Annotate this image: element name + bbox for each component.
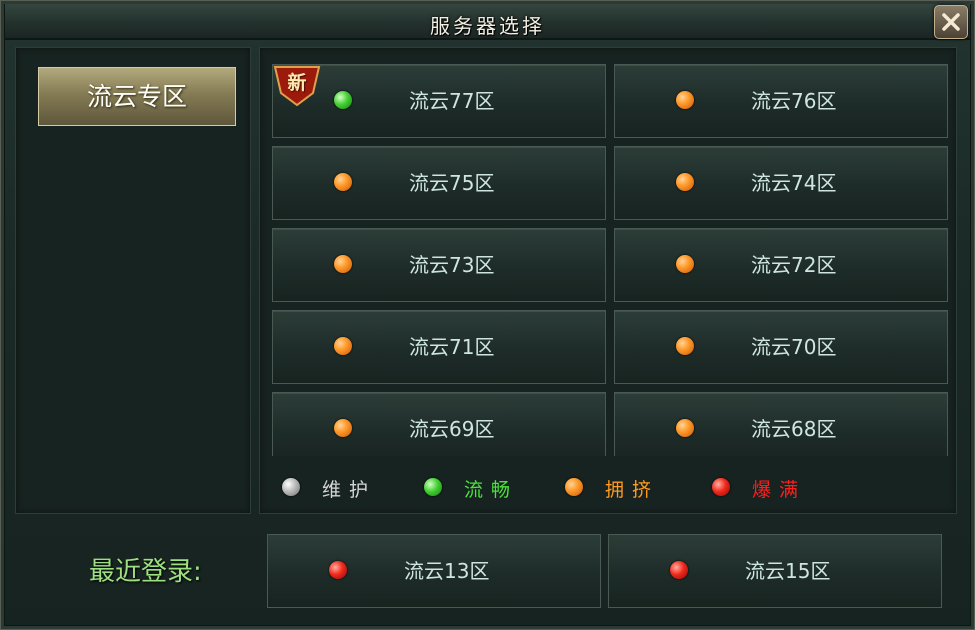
server-name: 流云77区 <box>409 89 495 113</box>
server-name: 流云69区 <box>409 417 495 441</box>
server-name: 流云75区 <box>409 171 495 195</box>
server-item[interactable]: 流云71区 <box>272 310 606 384</box>
green-dot-icon <box>424 478 442 496</box>
status-dot-icon <box>334 91 352 109</box>
server-item[interactable]: 流云69区 <box>272 392 606 456</box>
status-legend: 维护 流畅 拥挤 爆满 <box>260 468 956 508</box>
server-item[interactable]: 流云74区 <box>614 146 948 220</box>
title-bar: 服务器选择 <box>5 4 970 40</box>
server-name: 流云76区 <box>751 89 837 113</box>
new-badge: 新 <box>273 65 321 107</box>
server-list[interactable]: 流云77区 新 流云76区 流云75区 流云74区 流云73区 流云72区 流云… <box>260 48 956 456</box>
server-item[interactable]: 流云75区 <box>272 146 606 220</box>
gray-dot-icon <box>282 478 300 496</box>
recent-login-label: 最近登录: <box>89 557 202 587</box>
window-title: 服务器选择 <box>430 14 545 38</box>
server-item[interactable]: 流云77区 新 <box>272 64 606 138</box>
server-name: 流云13区 <box>404 559 490 583</box>
server-name: 流云71区 <box>409 335 495 359</box>
status-dot-icon <box>334 173 352 191</box>
status-dot-icon <box>329 561 347 579</box>
new-badge-label: 新 <box>287 72 307 94</box>
server-item[interactable]: 流云68区 <box>614 392 948 456</box>
server-name: 流云73区 <box>409 253 495 277</box>
status-dot-icon <box>334 255 352 273</box>
server-name: 流云70区 <box>751 335 837 359</box>
zone-tab-liuyun[interactable]: 流云专区 <box>38 67 236 126</box>
server-select-window: 服务器选择 流云专区 流云77区 新 流云76区 流云75区 流云74区 流云7… <box>0 0 975 630</box>
status-dot-icon <box>670 561 688 579</box>
status-dot-icon <box>334 337 352 355</box>
status-dot-icon <box>676 337 694 355</box>
status-dot-icon <box>676 419 694 437</box>
server-item[interactable]: 流云72区 <box>614 228 948 302</box>
red-dot-icon <box>712 478 730 496</box>
status-dot-icon <box>676 173 694 191</box>
server-item[interactable]: 流云70区 <box>614 310 948 384</box>
server-item[interactable]: 流云73区 <box>272 228 606 302</box>
legend-label: 流畅 <box>464 479 519 501</box>
server-name: 流云68区 <box>751 417 837 441</box>
server-name: 流云74区 <box>751 171 837 195</box>
recent-server-item[interactable]: 流云13区 <box>267 534 601 608</box>
zone-panel: 流云专区 <box>15 47 251 514</box>
recent-server-item[interactable]: 流云15区 <box>608 534 942 608</box>
server-item[interactable]: 流云76区 <box>614 64 948 138</box>
status-dot-icon <box>676 255 694 273</box>
status-dot-icon <box>334 419 352 437</box>
orange-dot-icon <box>565 478 583 496</box>
close-button[interactable] <box>934 5 968 39</box>
legend-label: 维护 <box>322 479 377 501</box>
server-name: 流云72区 <box>751 253 837 277</box>
legend-label: 拥挤 <box>605 479 660 501</box>
server-name: 流云15区 <box>745 559 831 583</box>
legend-label: 爆满 <box>752 479 807 501</box>
status-dot-icon <box>676 91 694 109</box>
close-icon <box>942 13 960 31</box>
server-panel: 流云77区 新 流云76区 流云75区 流云74区 流云73区 流云72区 流云… <box>259 47 957 514</box>
